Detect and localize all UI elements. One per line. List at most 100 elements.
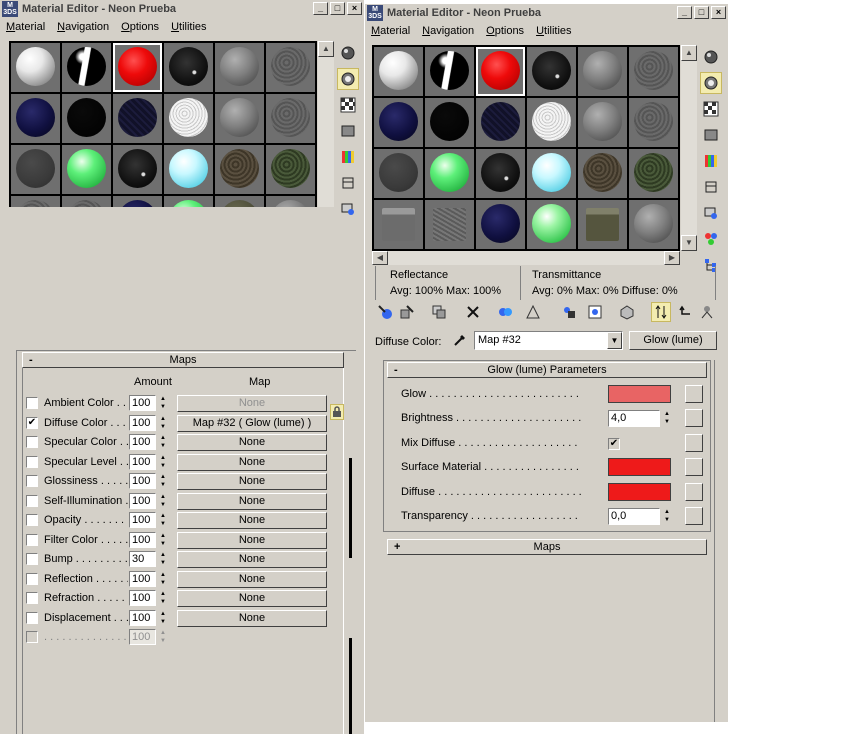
map-slot-button[interactable] [685, 434, 703, 452]
right-slots-hscrollbar[interactable]: ◀ ▶ [372, 251, 680, 265]
minimize-button[interactable]: _ [313, 2, 328, 15]
map-amount-input[interactable]: 100 [129, 512, 156, 528]
spinner-arrows-icon[interactable]: ▲ ▼ [158, 454, 168, 470]
material-sample-slot[interactable] [164, 145, 213, 194]
map-slot-button[interactable] [685, 409, 703, 427]
spinner-arrows-icon[interactable]: ▲ ▼ [158, 629, 168, 645]
map-enable-checkbox[interactable] [26, 592, 38, 604]
right-slots-scrollbar[interactable]: ▲ ▼ [681, 45, 697, 251]
map-enable-checkbox[interactable] [26, 397, 38, 409]
menu-options[interactable]: Options [486, 25, 524, 37]
material-sample-slot[interactable] [62, 145, 111, 194]
left-panel-scrollbar[interactable] [348, 368, 354, 734]
pick-material-from-object-icon[interactable] [451, 331, 469, 349]
material-sample-slot[interactable] [266, 43, 315, 92]
map-enable-checkbox[interactable] [26, 514, 38, 526]
spinner-arrows-icon[interactable]: ▲ ▼ [662, 508, 672, 524]
menu-utilities[interactable]: Utilities [171, 21, 206, 33]
scroll-up-button[interactable]: ▲ [681, 45, 697, 61]
material-sample-slot[interactable] [476, 149, 525, 198]
material-sample-slot[interactable] [578, 149, 627, 198]
sample-uv-tiling-icon[interactable] [700, 124, 722, 146]
color-swatch[interactable] [608, 458, 671, 476]
material-sample-slot[interactable] [164, 43, 213, 92]
select-by-material-icon[interactable] [700, 228, 722, 250]
mix-diffuse-checkbox[interactable]: ✔ [608, 438, 620, 450]
material-sample-slot[interactable] [62, 196, 111, 207]
reset-map-icon[interactable] [463, 302, 483, 322]
spinner-arrows-icon[interactable]: ▲ ▼ [158, 473, 168, 489]
make-preview-icon[interactable] [337, 172, 359, 194]
material-sample-slot[interactable] [11, 196, 60, 207]
map-slot-button[interactable]: None [177, 551, 327, 568]
material-sample-slot[interactable] [629, 98, 678, 147]
scroll-down-button[interactable]: ▼ [681, 235, 697, 251]
map-enable-checkbox[interactable] [26, 631, 38, 643]
material-sample-slot[interactable] [629, 200, 678, 249]
material-sample-slot[interactable] [113, 43, 162, 92]
material-sample-slot[interactable] [374, 47, 423, 96]
map-name-dropdown[interactable]: Map #32 ▼ [474, 331, 623, 350]
menu-options[interactable]: Options [121, 21, 159, 33]
options-icon[interactable] [700, 202, 722, 224]
background-checker-icon[interactable] [337, 94, 359, 116]
material-sample-slot[interactable] [578, 47, 627, 96]
make-preview-icon[interactable] [700, 176, 722, 198]
material-sample-slot[interactable] [476, 200, 525, 249]
map-slot-button[interactable]: None [177, 571, 327, 588]
right-panel-scrollbar[interactable] [714, 360, 720, 722]
map-amount-input[interactable]: 100 [129, 454, 156, 470]
show-end-result-icon[interactable] [617, 302, 637, 322]
map-type-button[interactable]: Glow (lume) [629, 331, 717, 350]
map-slot-button[interactable] [685, 385, 703, 403]
spinner-arrows-icon[interactable]: ▲ ▼ [158, 395, 168, 411]
menu-material[interactable]: Material [371, 25, 410, 37]
material-sample-slot[interactable] [476, 47, 525, 96]
get-material-icon[interactable] [375, 302, 395, 322]
material-sample-slot[interactable] [374, 98, 423, 147]
make-unique-icon[interactable] [495, 302, 515, 322]
map-amount-input[interactable]: 100 [129, 434, 156, 450]
material-sample-slot[interactable] [215, 196, 264, 207]
map-slot-button[interactable]: None [177, 610, 327, 627]
left-slots-scrollbar[interactable]: ▲ [318, 41, 334, 207]
material-sample-slot[interactable] [578, 98, 627, 147]
material-sample-slot[interactable] [425, 47, 474, 96]
scroll-right-button[interactable]: ▶ [664, 251, 680, 265]
map-amount-input[interactable]: 100 [129, 629, 156, 645]
chevron-down-icon[interactable]: ▼ [607, 332, 622, 349]
color-swatch[interactable] [608, 385, 671, 403]
left-maps-rollout-header[interactable]: - Maps [22, 352, 344, 368]
spinner-arrows-icon[interactable]: ▲ ▼ [158, 512, 168, 528]
map-slot-button[interactable] [685, 458, 703, 476]
maximize-button[interactable]: □ [694, 6, 709, 19]
material-sample-slot[interactable] [62, 43, 111, 92]
material-sample-slot[interactable] [11, 43, 60, 92]
material-sample-slot[interactable] [527, 200, 576, 249]
material-sample-slot[interactable] [527, 47, 576, 96]
map-amount-input[interactable]: 30 [129, 551, 156, 567]
map-enable-checkbox[interactable] [26, 573, 38, 585]
map-slot-button[interactable] [685, 483, 703, 501]
backlight-icon[interactable] [337, 68, 359, 90]
sample-type-sphere-icon[interactable] [700, 46, 722, 68]
material-effects-channel-icon[interactable] [559, 302, 579, 322]
material-sample-slot[interactable] [266, 94, 315, 143]
put-material-to-scene-icon[interactable] [397, 302, 417, 322]
map-enable-checkbox[interactable] [26, 495, 38, 507]
material-sample-slot[interactable] [62, 94, 111, 143]
material-sample-slot[interactable] [578, 200, 627, 249]
map-slot-button[interactable]: None [177, 590, 327, 607]
material-sample-slot[interactable] [266, 145, 315, 194]
go-forward-to-sibling-icon[interactable] [675, 302, 695, 322]
material-sample-slot[interactable] [527, 98, 576, 147]
map-amount-input[interactable]: 100 [129, 590, 156, 606]
glow-rollout-header[interactable]: - Glow (lume) Parameters [387, 362, 707, 378]
maximize-button[interactable]: □ [330, 2, 345, 15]
map-amount-input[interactable]: 100 [129, 473, 156, 489]
lock-icon[interactable] [330, 404, 344, 420]
material-sample-slot[interactable] [476, 98, 525, 147]
backlight-icon[interactable] [700, 72, 722, 94]
material-sample-slot[interactable] [629, 149, 678, 198]
map-amount-input[interactable]: 100 [129, 415, 156, 431]
